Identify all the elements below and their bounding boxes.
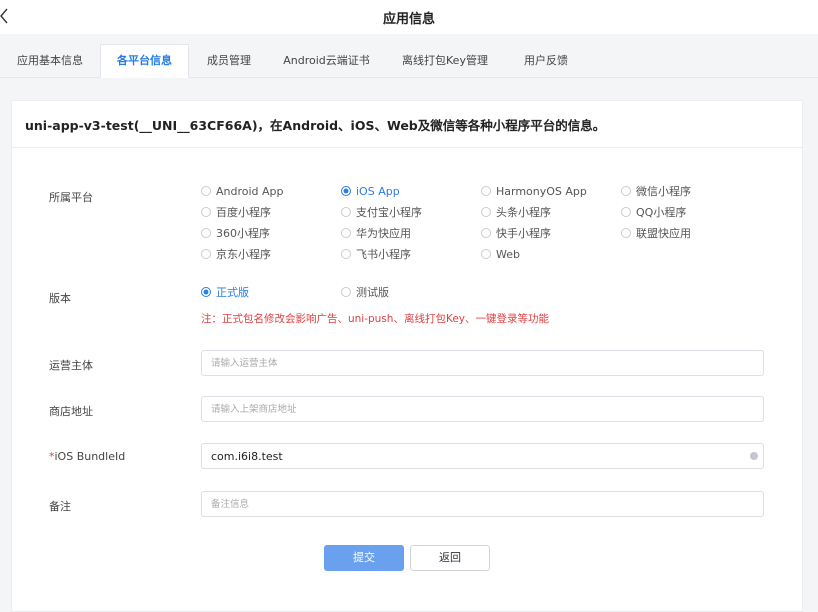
radio-toutiao-mp[interactable]: 头条小程序 [481,204,551,220]
radio-label: Web [496,247,520,261]
radio-wechat-mp[interactable]: 微信小程序 [621,183,691,199]
radio-label: 快手小程序 [496,227,551,240]
tab-bar: 应用基本信息 各平台信息 成员管理 Android云端证书 离线打包Key管理 … [0,44,818,78]
remark-label: 备注 [49,500,71,513]
bundle-id-input[interactable] [201,443,764,469]
tab-members[interactable]: 成员管理 [188,45,270,77]
radio-circle-icon [201,207,211,217]
radio-label: 华为快应用 [356,227,411,240]
version-warning-note: 注：正式包名修改会影响广告、uni-push、离线打包Key、一键登录等功能 [201,313,549,325]
radio-release[interactable]: 正式版 [201,284,249,300]
card-heading: uni-app-v3-test(__UNI__63CF66A)，在Android… [25,118,606,133]
radio-label: 头条小程序 [496,206,551,219]
radio-circle-icon [481,228,491,238]
radio-circle-icon [621,186,631,196]
operator-input[interactable] [201,350,764,376]
bundle-id-label: *iOS BundleId [49,450,125,463]
radio-label: QQ小程序 [636,206,687,219]
submit-button[interactable]: 提交 [324,545,404,571]
store-url-input[interactable] [201,396,764,422]
radio-ios-app[interactable]: iOS App [341,183,400,199]
page-title: 应用信息 [382,12,435,27]
tab-android-cert[interactable]: Android云端证书 [270,45,383,77]
tab-platform-info[interactable]: 各平台信息 [100,44,189,78]
radio-circle-icon [341,207,351,217]
radio-label: 百度小程序 [216,206,271,219]
radio-baidu-mp[interactable]: 百度小程序 [201,204,271,220]
radio-feishu-mp[interactable]: 飞书小程序 [341,246,411,262]
radio-circle-icon [201,249,211,259]
radio-circle-icon [481,207,491,217]
radio-label: 微信小程序 [636,185,691,198]
radio-web[interactable]: Web [481,246,520,262]
radio-label: 测试版 [356,286,389,299]
card-header: uni-app-v3-test(__UNI__63CF66A)，在Android… [12,101,802,148]
radio-circle-icon [341,249,351,259]
radio-test[interactable]: 测试版 [341,284,389,300]
back-action-button[interactable]: 返回 [410,545,490,571]
radio-kuaishou-mp[interactable]: 快手小程序 [481,225,551,241]
radio-label: 支付宝小程序 [356,206,422,219]
tab-basic-info[interactable]: 应用基本信息 [0,45,100,77]
radio-360-mp[interactable]: 360小程序 [201,225,270,241]
radio-harmonyos-app[interactable]: HarmonyOS App [481,183,587,199]
platform-label: 所属平台 [49,191,93,204]
radio-circle-icon [341,228,351,238]
platform-info-card: uni-app-v3-test(__UNI__63CF66A)，在Android… [11,100,803,612]
radio-checked-icon [201,287,211,297]
radio-circle-icon [201,186,211,196]
radio-checked-icon [341,186,351,196]
radio-huawei-quickapp[interactable]: 华为快应用 [341,225,411,241]
radio-label: 正式版 [216,286,249,299]
radio-circle-icon [621,207,631,217]
tab-offline-key[interactable]: 离线打包Key管理 [383,45,507,77]
radio-android-app[interactable]: Android App [201,183,284,199]
radio-circle-icon [481,249,491,259]
operator-label: 运营主体 [49,359,93,372]
radio-label: 360小程序 [216,227,270,240]
radio-circle-icon [341,287,351,297]
radio-circle-icon [621,228,631,238]
radio-label: Android App [216,184,284,198]
remark-input[interactable] [201,491,764,517]
radio-circle-icon [481,186,491,196]
radio-label: iOS App [356,184,400,198]
top-bar: 应用信息 [0,0,818,34]
radio-qq-mp[interactable]: QQ小程序 [621,204,686,220]
radio-alipay-mp[interactable]: 支付宝小程序 [341,204,422,220]
radio-label: 联盟快应用 [636,227,691,240]
radio-circle-icon [201,228,211,238]
store-url-label: 商店地址 [49,405,93,418]
radio-label: 京东小程序 [216,248,271,261]
version-label: 版本 [49,292,71,305]
clear-input-icon[interactable] [750,452,758,460]
radio-label: HarmonyOS App [496,184,587,198]
tab-feedback[interactable]: 用户反馈 [507,45,585,77]
bundle-id-label-text: iOS BundleId [54,450,126,463]
radio-alliance-quickapp[interactable]: 联盟快应用 [621,225,691,241]
radio-label: 飞书小程序 [356,248,411,261]
radio-jd-mp[interactable]: 京东小程序 [201,246,271,262]
